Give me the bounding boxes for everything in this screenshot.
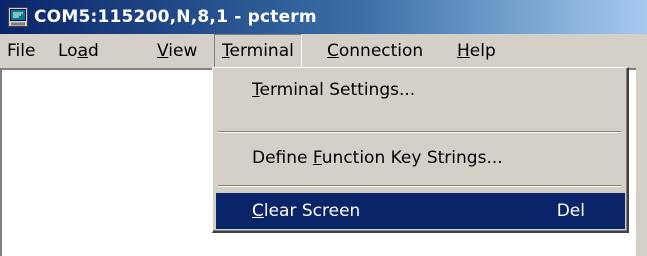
- window-title: COM5:115200,N,8,1 - pcterm: [34, 7, 317, 27]
- menu-connection[interactable]: Connection: [320, 34, 430, 68]
- menu-terminal[interactable]: Terminal: [214, 34, 302, 68]
- menu-load[interactable]: Load: [51, 34, 106, 68]
- menu-item-terminal-settings[interactable]: Terminal Settings...: [216, 72, 625, 108]
- terminal-app-icon[interactable]: [8, 7, 28, 27]
- shortcut-label: Del: [556, 201, 585, 221]
- menu-separator: [218, 131, 621, 133]
- terminal-menu-dropdown: Terminal Settings... Define Function Key…: [212, 67, 629, 233]
- menu-item-define-function-keys[interactable]: Define Function Key Strings...: [216, 140, 625, 176]
- menu-view[interactable]: View: [150, 34, 204, 68]
- menu-help[interactable]: Help: [450, 34, 503, 68]
- menu-item-clear-screen[interactable]: Clear Screen Del: [216, 193, 625, 229]
- menu-separator: [218, 185, 621, 187]
- title-bar[interactable]: COM5:115200,N,8,1 - pcterm: [0, 0, 647, 34]
- menu-bar: File Load View Terminal Connection Help: [0, 34, 647, 68]
- menu-file[interactable]: File: [0, 34, 42, 68]
